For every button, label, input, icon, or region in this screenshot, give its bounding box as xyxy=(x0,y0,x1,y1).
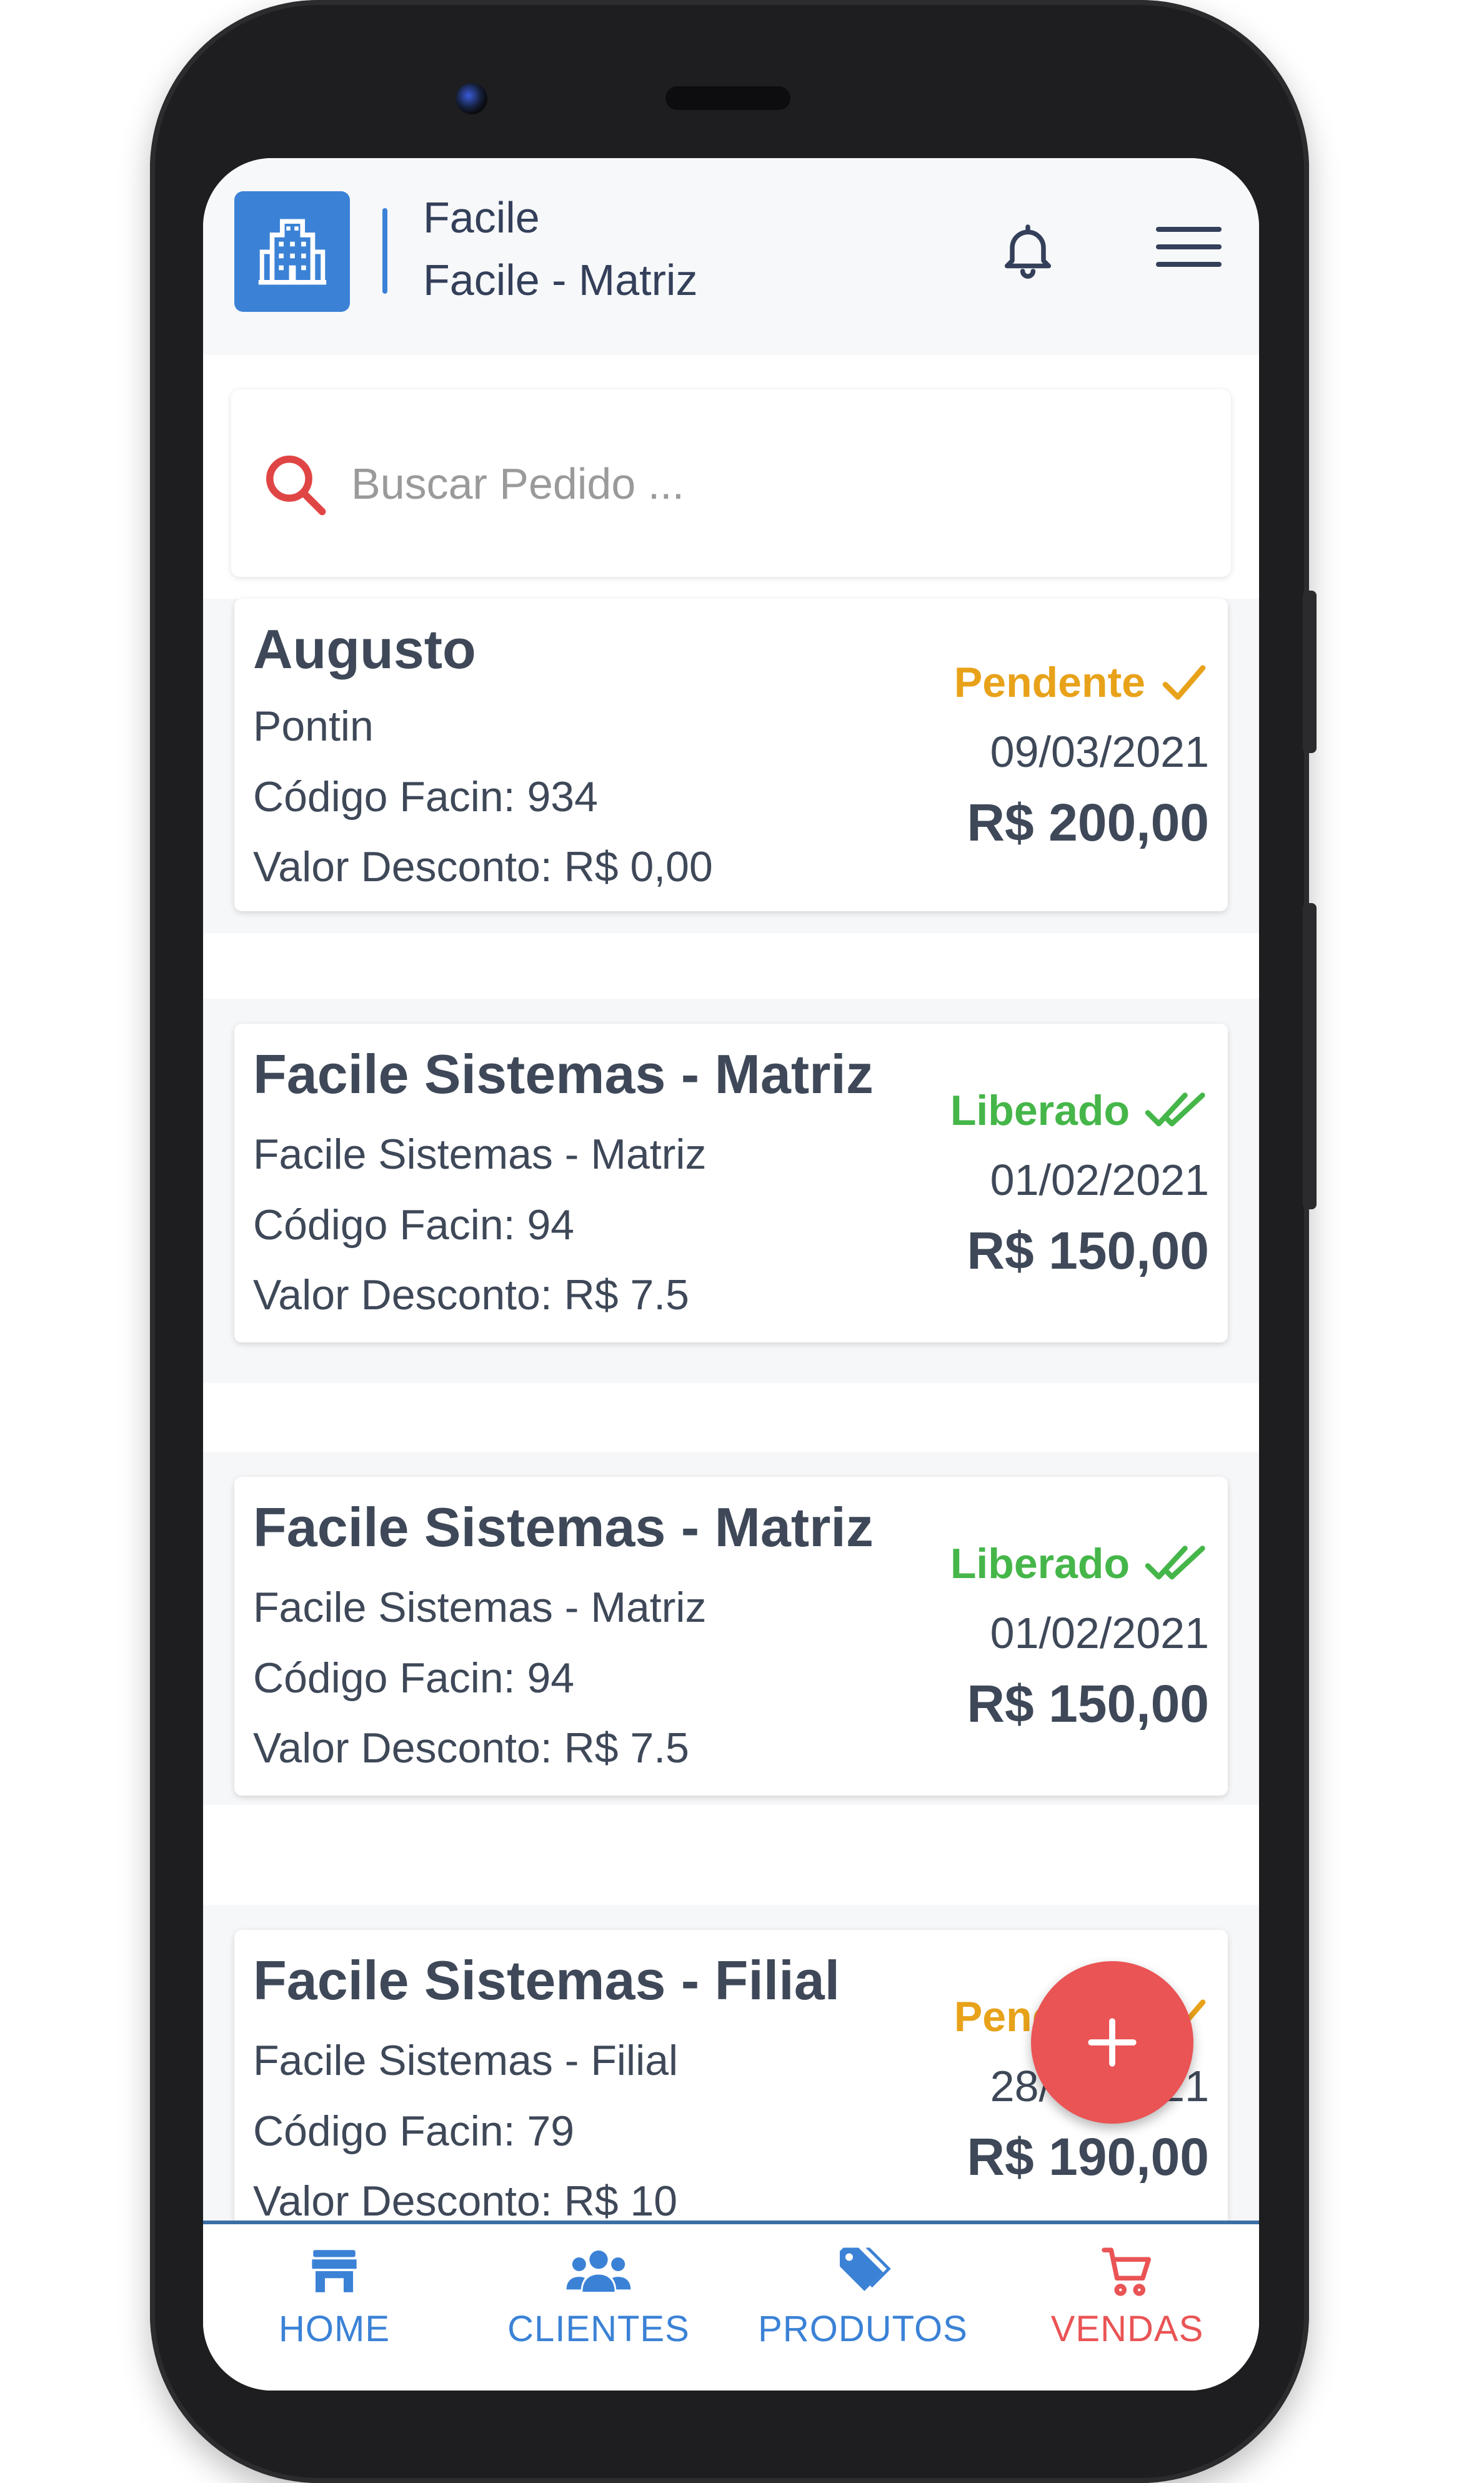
company-logo[interactable] xyxy=(234,191,350,312)
order-status-label: Pendente xyxy=(954,659,1145,706)
add-order-button[interactable] xyxy=(1031,1961,1193,2124)
double-check-icon xyxy=(1145,1092,1205,1127)
search-icon xyxy=(266,456,326,516)
order-date: 01/02/2021 xyxy=(990,1156,1209,1204)
order-subtitle: Facile Sistemas - Matriz xyxy=(253,1584,707,1631)
nav-vendas-label: VENDAS xyxy=(1050,2309,1204,2349)
order-status: Pendente xyxy=(954,658,1209,707)
app-header: Facile Facile - Matriz xyxy=(203,158,1259,355)
cart-icon xyxy=(1101,2247,1151,2296)
order-discount: Valor Desconto: R$ 10 xyxy=(253,2177,678,2225)
order-code: Código Facin: 934 xyxy=(253,773,598,821)
order-total: R$ 190,00 xyxy=(967,2127,1209,2186)
order-date: 01/02/2021 xyxy=(990,1609,1209,1657)
order-card[interactable]: Facile Sistemas - Matriz Facile Sistemas… xyxy=(234,1024,1228,1342)
power-button xyxy=(1303,903,1317,1209)
header-divider xyxy=(382,208,387,294)
menu-button[interactable] xyxy=(1156,227,1222,274)
hamburger-icon xyxy=(1156,227,1222,267)
order-section: Facile Sistemas - Matriz Facile Sistemas… xyxy=(203,999,1259,1383)
search-input[interactable] xyxy=(350,446,1196,522)
store-icon xyxy=(312,2250,357,2292)
order-total: R$ 150,00 xyxy=(967,1674,1209,1733)
nav-produtos-label: PRODUTOS xyxy=(758,2309,968,2349)
nav-home-label: HOME xyxy=(279,2309,390,2349)
order-customer-name: Facile Sistemas - Filial xyxy=(253,1949,840,2011)
order-discount: Valor Desconto: R$ 0,00 xyxy=(253,843,713,891)
earpiece-speaker xyxy=(665,86,790,110)
order-code: Código Facin: 94 xyxy=(253,1654,575,1702)
order-section: Facile Sistemas - Matriz Facile Sistemas… xyxy=(203,1452,1259,1805)
order-discount: Valor Desconto: R$ 7.5 xyxy=(253,1271,689,1319)
volume-button xyxy=(1303,591,1317,753)
order-code: Código Facin: 94 xyxy=(253,1201,575,1249)
search-box[interactable] xyxy=(231,389,1231,577)
check-icon xyxy=(1162,665,1206,700)
app-screen: Facile Facile - Matriz Augusto Pontin xyxy=(203,158,1259,2391)
order-subtitle: Pontin xyxy=(253,702,374,750)
branch-name: Facile - Matriz xyxy=(423,256,698,304)
bottom-navigation: HOME CLIENTES PRODUTOS VENDAS xyxy=(203,2221,1259,2391)
order-status: Liberado xyxy=(950,1539,1209,1588)
order-total: R$ 150,00 xyxy=(967,1221,1209,1280)
company-name: Facile xyxy=(423,193,540,242)
order-status-label: Liberado xyxy=(950,1087,1130,1134)
nav-clientes-label: CLIENTES xyxy=(507,2309,690,2349)
nav-home[interactable]: HOME xyxy=(203,2243,466,2368)
order-status: Liberado xyxy=(950,1086,1209,1135)
order-subtitle: Facile Sistemas - Matriz xyxy=(253,1131,707,1178)
order-section: Augusto Pontin Código Facin: 934 Valor D… xyxy=(203,599,1259,933)
notifications-button[interactable] xyxy=(997,217,1059,286)
building-icon xyxy=(258,218,326,285)
order-date: 09/03/2021 xyxy=(990,727,1209,776)
order-customer-name: Facile Sistemas - Matriz xyxy=(253,1496,874,1558)
order-card[interactable]: Augusto Pontin Código Facin: 934 Valor D… xyxy=(234,599,1228,911)
nav-clientes[interactable]: CLIENTES xyxy=(467,2243,730,2368)
users-icon xyxy=(566,2251,631,2292)
order-subtitle: Facile Sistemas - Filial xyxy=(253,2037,679,2084)
order-customer-name: Augusto xyxy=(253,618,476,680)
order-discount: Valor Desconto: R$ 7.5 xyxy=(253,1724,689,1772)
order-status-label: Liberado xyxy=(950,1540,1130,1587)
nav-vendas[interactable]: VENDAS xyxy=(996,2243,1258,2368)
order-code: Código Facin: 79 xyxy=(253,2107,575,2155)
order-customer-name: Facile Sistemas - Matriz xyxy=(253,1043,874,1105)
order-card[interactable]: Facile Sistemas - Matriz Facile Sistemas… xyxy=(234,1477,1228,1796)
nav-produtos[interactable]: PRODUTOS xyxy=(732,2243,994,2368)
order-total: R$ 200,00 xyxy=(967,793,1209,852)
bell-icon xyxy=(1004,224,1052,279)
double-check-icon xyxy=(1145,1546,1205,1580)
plus-icon xyxy=(1088,2018,1137,2067)
tag-icon xyxy=(839,2247,891,2291)
front-camera xyxy=(456,83,487,114)
